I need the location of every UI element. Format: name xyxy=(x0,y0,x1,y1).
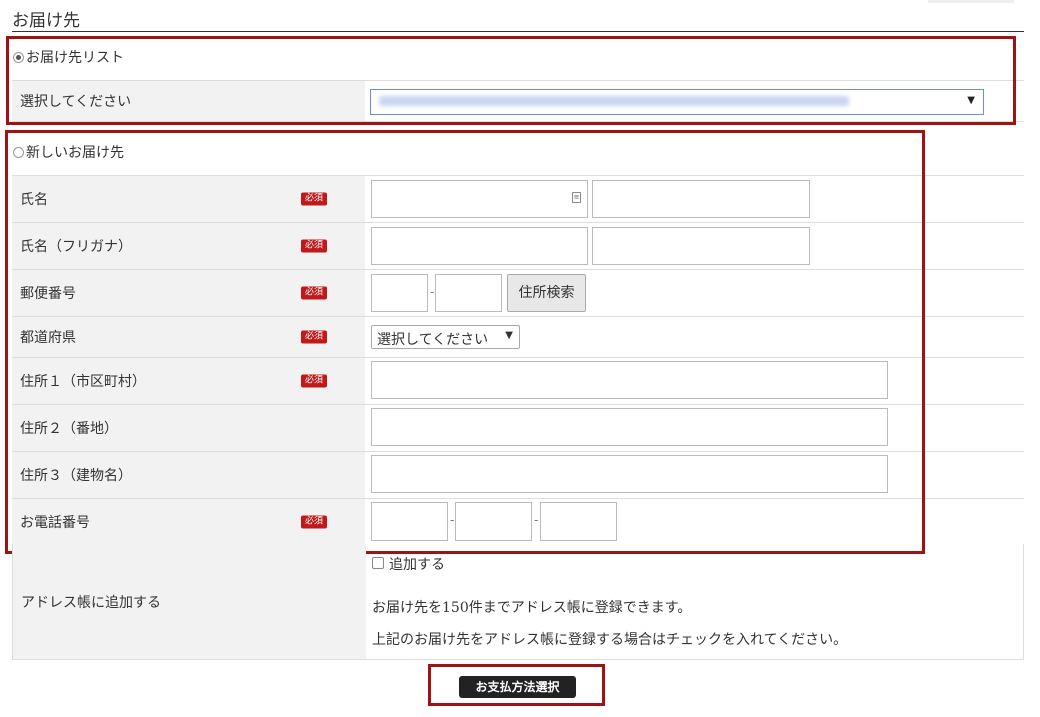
address-book-note-limit: お届け先を150件までアドレス帳に登録できます。 xyxy=(372,600,692,616)
title-divider xyxy=(12,31,1024,32)
address-book-label: アドレス帳に追加する xyxy=(21,595,161,611)
add-to-address-book-checkbox[interactable] xyxy=(372,557,384,569)
address-book-row: アドレス帳に追加する 追加する お届け先を150件までアドレス帳に登録できます。… xyxy=(12,544,1024,660)
page-title: お届け先 xyxy=(12,11,80,31)
highlight-submit xyxy=(428,664,605,706)
highlight-new-address xyxy=(5,130,925,554)
highlight-address-list xyxy=(6,36,1016,125)
address-book-note-instruction: 上記のお届け先をアドレス帳に登録する場合はチェックを入れてください。 xyxy=(372,632,848,648)
top-stub xyxy=(928,0,1014,3)
add-to-address-book-label[interactable]: 追加する xyxy=(389,554,445,574)
